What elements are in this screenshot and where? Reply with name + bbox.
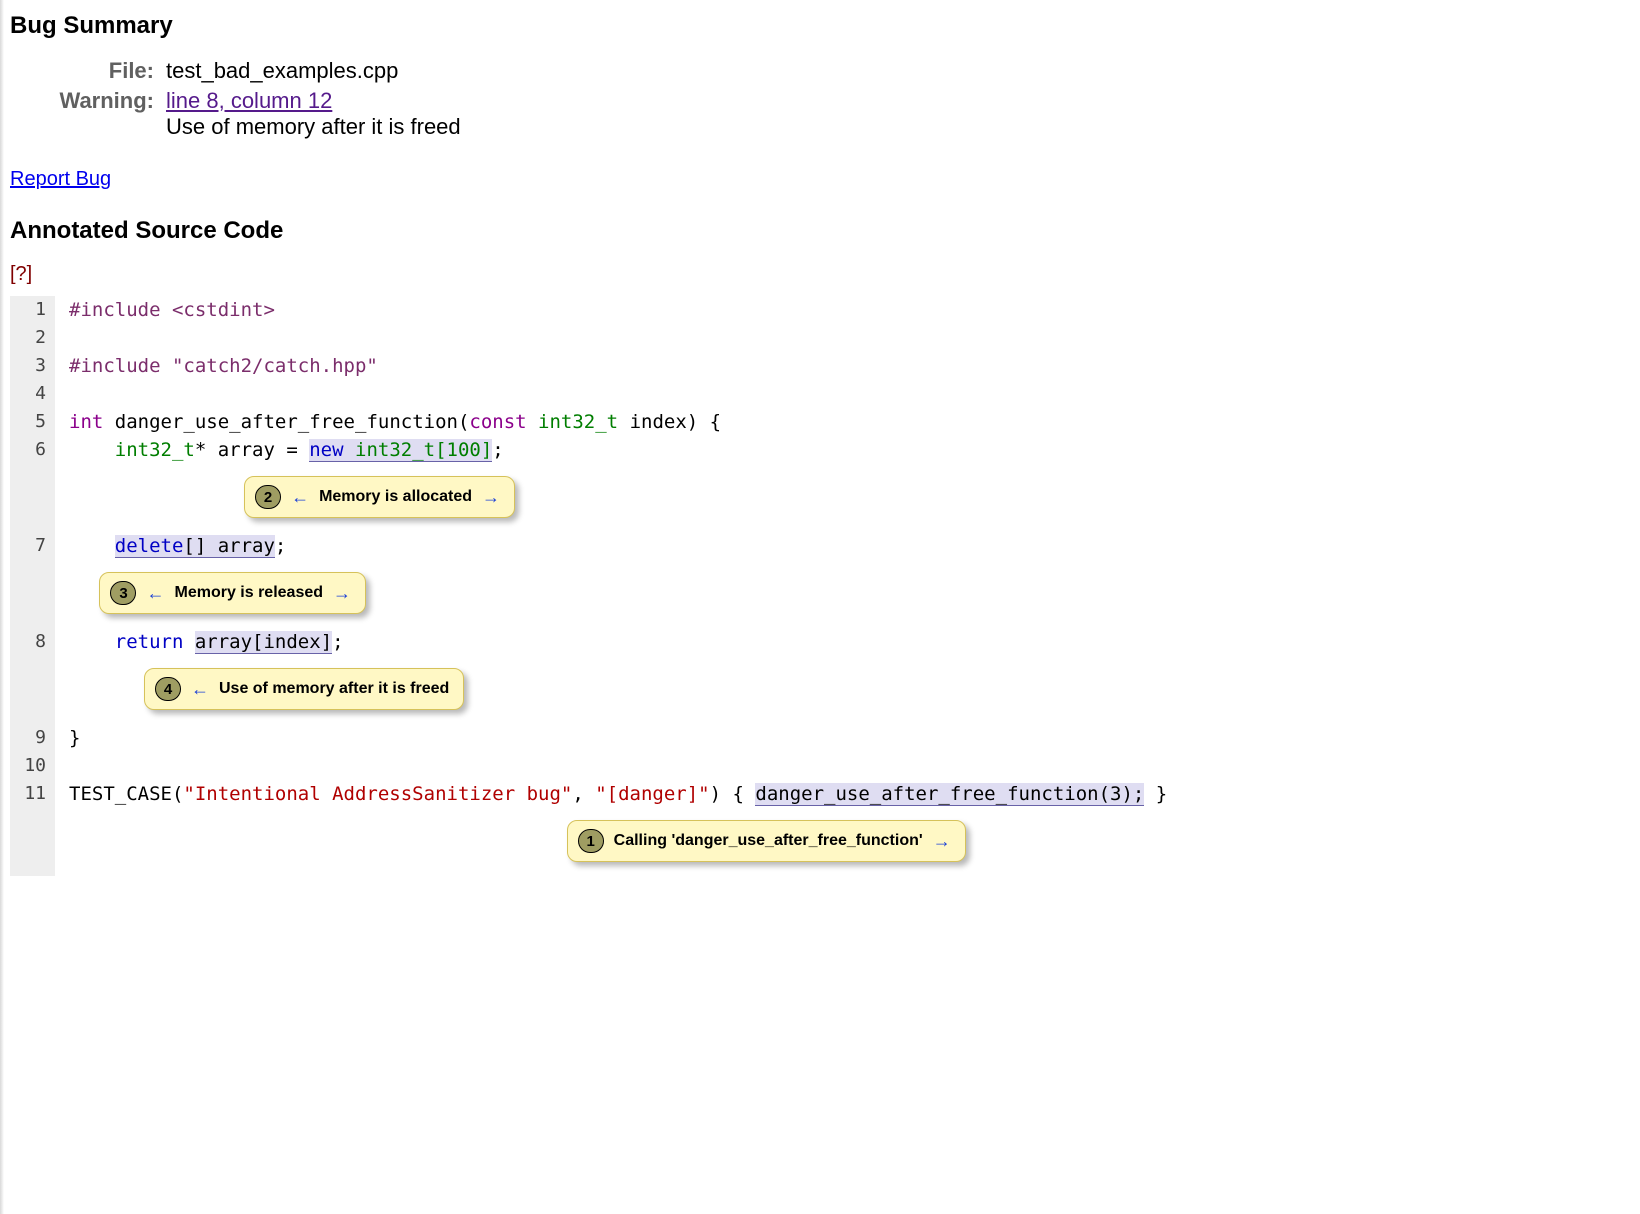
summary-file-value: test_bad_examples.cpp <box>160 58 467 88</box>
help-toggle[interactable]: [?] <box>10 263 1628 286</box>
code-listing: 1 #include <cstdint> 2 3 #include "catch… <box>10 296 1628 876</box>
code-line: return array[index]; <box>55 628 1628 656</box>
line-number: 10 <box>10 752 54 780</box>
annotated-source-heading: Annotated Source Code <box>10 217 1628 245</box>
line-number: 3 <box>10 352 54 380</box>
line-number: 2 <box>10 324 54 352</box>
summary-table: File: test_bad_examples.cpp Warning: lin… <box>20 58 467 144</box>
line-number: 6 <box>10 436 54 464</box>
arrow-right-icon[interactable]: → <box>482 488 500 506</box>
line-number: 5 <box>10 408 54 436</box>
line-number: 11 <box>10 780 54 808</box>
line-number: 7 <box>10 532 54 560</box>
code-line: TEST_CASE("Intentional AddressSanitizer … <box>55 780 1628 808</box>
line-number: 8 <box>10 628 54 656</box>
code-line <box>55 380 1628 408</box>
arrow-left-icon[interactable]: ← <box>146 584 164 602</box>
analysis-step-bubble[interactable]: 1Calling 'danger_use_after_free_function… <box>567 820 966 862</box>
line-number: 9 <box>10 724 54 752</box>
analysis-step-text: Calling 'danger_use_after_free_function' <box>614 832 923 850</box>
arrow-right-icon[interactable]: → <box>333 584 351 602</box>
warning-description: Use of memory after it is freed <box>166 114 461 139</box>
line-number: 1 <box>10 296 54 324</box>
code-line <box>55 752 1628 780</box>
code-line: #include "catch2/catch.hpp" <box>55 352 1628 380</box>
summary-warning-cell: line 8, column 12 Use of memory after it… <box>160 88 467 144</box>
line-number: 4 <box>10 380 54 408</box>
analysis-step-text: Memory is allocated <box>319 488 472 506</box>
arrow-left-icon[interactable]: ← <box>191 680 209 698</box>
arrow-right-icon[interactable]: → <box>933 832 951 850</box>
code-line: int danger_use_after_free_function(const… <box>55 408 1628 436</box>
analysis-step-bubble[interactable]: 2←Memory is allocated→ <box>244 476 515 518</box>
summary-file-label: File: <box>20 58 160 88</box>
code-line: #include <cstdint> <box>55 296 1628 324</box>
code-line: delete[] array; <box>55 532 1628 560</box>
code-line: } <box>55 724 1628 752</box>
analysis-step-text: Memory is released <box>174 584 323 602</box>
bug-summary-heading: Bug Summary <box>10 12 1628 40</box>
arrow-left-icon[interactable]: ← <box>291 488 309 506</box>
summary-warning-label: Warning: <box>20 88 160 144</box>
page-root: Bug Summary File: test_bad_examples.cpp … <box>0 0 1640 916</box>
code-line: int32_t* array = new int32_t[100]; <box>55 436 1628 464</box>
analysis-step-bubble[interactable]: 3←Memory is released→ <box>99 572 366 614</box>
analysis-step-bubble[interactable]: 4←Use of memory after it is freed <box>144 668 464 710</box>
analysis-step-text: Use of memory after it is freed <box>219 680 449 698</box>
code-line <box>55 324 1628 352</box>
report-bug-link[interactable]: Report Bug <box>10 168 111 190</box>
warning-location-link[interactable]: line 8, column 12 <box>166 88 332 113</box>
